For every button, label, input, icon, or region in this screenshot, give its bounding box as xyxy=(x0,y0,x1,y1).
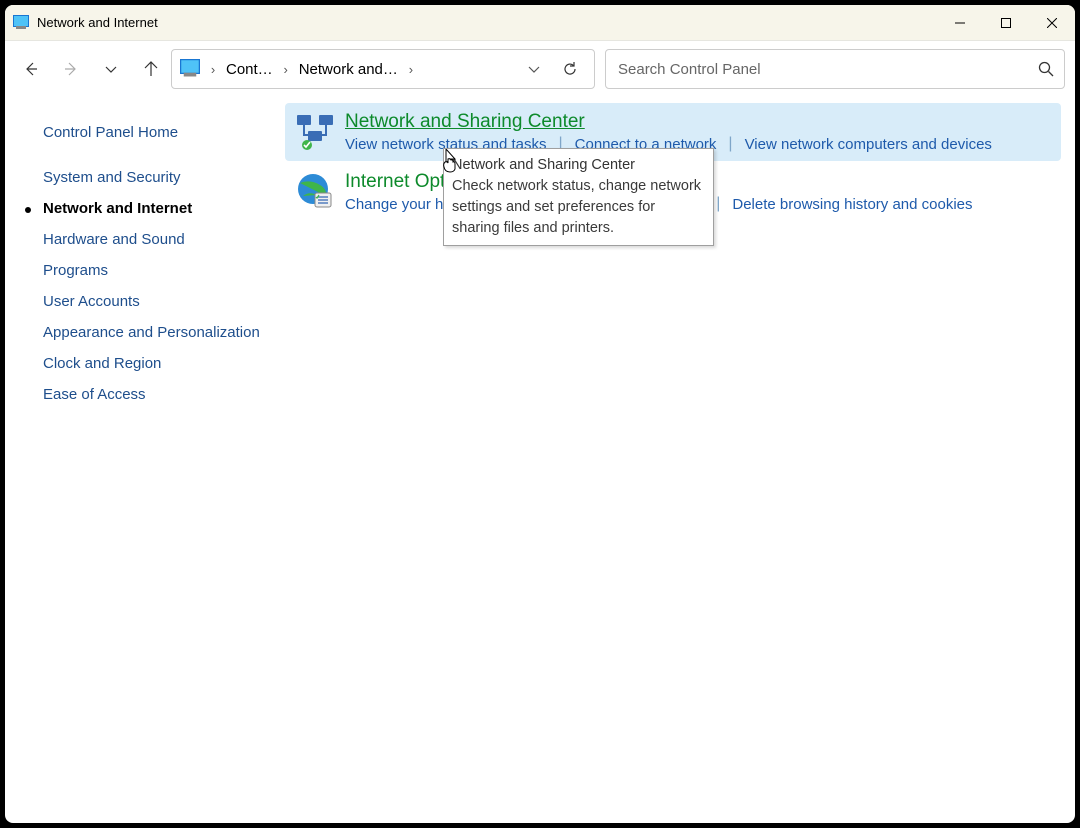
refresh-button[interactable] xyxy=(550,61,590,77)
breadcrumb-item[interactable]: Cont… xyxy=(222,57,277,82)
titlebar: Network and Internet xyxy=(5,5,1075,41)
control-panel-icon xyxy=(13,15,29,31)
breadcrumb[interactable]: › Cont… › Network and… › xyxy=(171,49,595,89)
search-icon[interactable] xyxy=(1038,61,1054,77)
tooltip: Network and Sharing Center Check network… xyxy=(443,148,714,246)
sidebar-item-appearance[interactable]: Appearance and Personalization xyxy=(43,317,275,348)
back-button[interactable] xyxy=(11,49,51,89)
sidebar-item-hardware-sound[interactable]: Hardware and Sound xyxy=(43,224,275,255)
maximize-button[interactable] xyxy=(983,5,1029,41)
category-title[interactable]: Network and Sharing Center xyxy=(345,111,1049,133)
minimize-button[interactable] xyxy=(937,5,983,41)
search-box[interactable] xyxy=(605,49,1065,89)
breadcrumb-dropdown-button[interactable] xyxy=(520,63,548,75)
search-input[interactable] xyxy=(616,60,1038,79)
forward-button[interactable] xyxy=(51,49,91,89)
toolbar: › Cont… › Network and… › xyxy=(5,41,1075,97)
sidebar-item-system-security[interactable]: System and Security xyxy=(43,162,275,193)
category-link[interactable]: View network computers and devices xyxy=(745,136,992,153)
sidebar-item-clock-region[interactable]: Clock and Region xyxy=(43,348,275,379)
sidebar-item-programs[interactable]: Programs xyxy=(43,255,275,286)
sidebar: Control Panel Home System and Security N… xyxy=(5,97,285,823)
breadcrumb-item[interactable]: Network and… xyxy=(295,57,402,82)
window-title: Network and Internet xyxy=(37,15,158,30)
chevron-right-icon[interactable]: › xyxy=(206,62,220,77)
content-area: Network and Sharing Center View network … xyxy=(285,97,1075,823)
chevron-right-icon[interactable]: › xyxy=(404,62,418,77)
category-link[interactable]: Delete browsing history and cookies xyxy=(732,196,972,213)
tooltip-title: Network and Sharing Center xyxy=(452,157,635,173)
divider: | xyxy=(716,135,744,153)
chevron-right-icon[interactable]: › xyxy=(279,62,293,77)
recent-locations-button[interactable] xyxy=(91,49,131,89)
network-sharing-icon xyxy=(295,111,335,151)
sidebar-item-network-internet[interactable]: Network and Internet xyxy=(43,193,275,224)
sidebar-item-ease-of-access[interactable]: Ease of Access xyxy=(43,379,275,410)
tooltip-body: Check network status, change network set… xyxy=(452,178,701,236)
internet-options-icon xyxy=(295,171,335,211)
window: Network and Internet › Cont… › Network a… xyxy=(5,5,1075,823)
sidebar-item-control-panel-home[interactable]: Control Panel Home xyxy=(43,117,275,148)
body: Control Panel Home System and Security N… xyxy=(5,97,1075,823)
sidebar-item-user-accounts[interactable]: User Accounts xyxy=(43,286,275,317)
up-button[interactable] xyxy=(131,49,171,89)
control-panel-icon xyxy=(180,59,200,79)
close-button[interactable] xyxy=(1029,5,1075,41)
